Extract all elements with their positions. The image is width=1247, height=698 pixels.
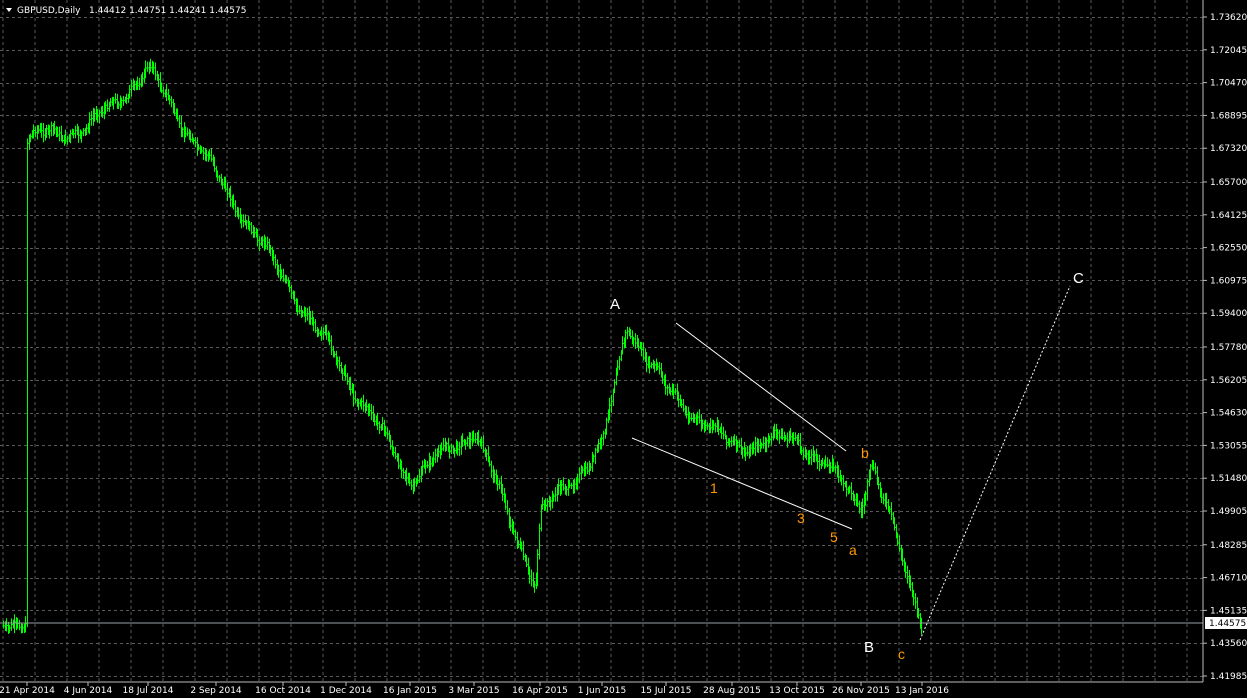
x-tick-label: 16 Jan 2015 bbox=[383, 686, 437, 696]
wave-label-c: c bbox=[898, 646, 905, 662]
price-axis[interactable]: 1.73620 1.72045 1.70470 1.68895 1.67320 1.657… bbox=[1203, 13, 1247, 682]
x-tick-label: 18 Jul 2014 bbox=[123, 686, 174, 696]
ohlc-label: 1.44412 1.44751 1.44241 1.44575 bbox=[89, 6, 246, 16]
trend-lines bbox=[631, 285, 1071, 641]
y-tick-label: 1.70470 bbox=[1210, 79, 1247, 89]
y-tick-label: 1.60975 bbox=[1210, 276, 1247, 286]
y-tick-label: 1.72045 bbox=[1210, 46, 1247, 56]
x-tick-label: 4 Jun 2014 bbox=[64, 686, 113, 696]
dropdown-triangle-icon[interactable] bbox=[6, 8, 12, 12]
x-tick-label: 15 Jul 2015 bbox=[641, 686, 692, 696]
current-price-label: 1.44575 bbox=[1209, 619, 1246, 629]
y-tick-label: 1.54630 bbox=[1210, 409, 1247, 419]
price-chart[interactable]: 1.73620 1.72045 1.70470 1.68895 1.67320 1.657… bbox=[0, 0, 1247, 698]
wave-label-3: 3 bbox=[797, 510, 805, 526]
y-tick-label: 1.56205 bbox=[1210, 376, 1247, 386]
y-tick-label: 1.41985 bbox=[1210, 672, 1247, 682]
y-tick-label: 1.49905 bbox=[1210, 507, 1247, 517]
y-tick-label: 1.51480 bbox=[1210, 474, 1247, 484]
y-tick-label: 1.68895 bbox=[1210, 111, 1247, 121]
wave-labels: A B C 1 3 5 a b c bbox=[610, 270, 1084, 662]
x-tick-label: 3 Mar 2015 bbox=[448, 686, 499, 696]
y-tick-label: 1.45135 bbox=[1210, 606, 1247, 616]
y-tick-label: 1.57780 bbox=[1210, 343, 1247, 353]
current-price-badge: 1.44575 bbox=[1205, 617, 1247, 629]
chart-header: GBPUSD,Daily 1.44412 1.44751 1.44241 1.4… bbox=[6, 6, 246, 16]
projection-line[interactable] bbox=[919, 285, 1071, 641]
y-tick-label: 1.65700 bbox=[1210, 178, 1247, 188]
y-tick-label: 1.48285 bbox=[1210, 541, 1247, 551]
wave-label-1: 1 bbox=[710, 480, 718, 496]
y-tick-label: 1.53055 bbox=[1210, 441, 1247, 451]
y-tick-label: 1.62550 bbox=[1210, 244, 1247, 254]
x-tick-label: 21 Apr 2014 bbox=[0, 686, 55, 696]
wave-label-a: a bbox=[849, 542, 857, 558]
wave-label-5: 5 bbox=[830, 529, 838, 545]
y-tick-label: 1.64125 bbox=[1210, 211, 1247, 221]
y-tick-label: 1.46710 bbox=[1210, 574, 1247, 584]
symbol-label: GBPUSD,Daily bbox=[17, 6, 81, 16]
y-tick-label: 1.73620 bbox=[1210, 13, 1247, 23]
wave-label-b: b bbox=[861, 445, 869, 461]
channel-upper-line[interactable] bbox=[675, 322, 847, 452]
wave-label-A: A bbox=[610, 296, 620, 313]
x-tick-label: 13 Jan 2016 bbox=[895, 686, 949, 696]
x-tick-label: 16 Oct 2014 bbox=[255, 686, 311, 696]
y-tick-label: 1.43560 bbox=[1210, 639, 1247, 649]
y-tick-label: 1.59400 bbox=[1210, 309, 1247, 319]
price-bars bbox=[2, 58, 923, 635]
grid bbox=[0, 0, 1203, 682]
x-tick-label: 26 Nov 2015 bbox=[832, 686, 890, 696]
x-tick-label: 1 Jun 2015 bbox=[578, 686, 626, 696]
wave-label-B: B bbox=[864, 639, 874, 656]
y-tick-label: 1.67320 bbox=[1210, 144, 1247, 154]
x-tick-label: 2 Sep 2014 bbox=[190, 686, 242, 696]
x-tick-label: 16 Apr 2015 bbox=[512, 686, 568, 696]
x-tick-label: 13 Oct 2015 bbox=[769, 686, 825, 696]
x-tick-label: 1 Dec 2014 bbox=[320, 686, 372, 696]
x-tick-label: 28 Aug 2015 bbox=[703, 686, 761, 696]
wave-label-C: C bbox=[1073, 270, 1084, 287]
